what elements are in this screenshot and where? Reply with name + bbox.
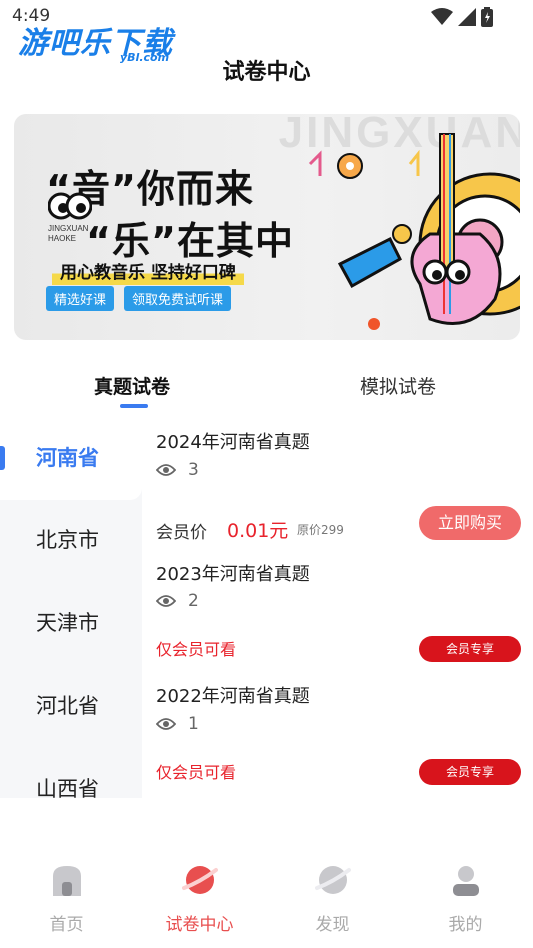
view-count: 1 (188, 714, 199, 734)
eye-icon (156, 718, 176, 730)
exam-type-tabs: 真题试卷 模拟试卷 (0, 360, 533, 410)
exam-list: 2024年河南省真题 3 会员价 0.01元 原价299 立即购买 2023年河… (142, 418, 533, 798)
member-price: 0.01元 (227, 520, 289, 542)
province-shanxi[interactable]: 山西省 (0, 749, 142, 798)
member-exclusive-button[interactable]: 会员专享 (419, 759, 521, 785)
nav-home[interactable]: 首页 (0, 856, 133, 935)
member-only-notice: 仅会员可看 (156, 640, 237, 659)
province-beijing[interactable]: 北京市 (0, 500, 142, 582)
province-label: 河北省 (36, 694, 99, 718)
banner-tag-free-trial[interactable]: 领取免费试听课 (124, 286, 232, 311)
exam-title-2024[interactable]: 2024年河南省真题 (156, 428, 310, 454)
province-label: 山西省 (36, 777, 99, 798)
province-label: 河南省 (36, 446, 99, 470)
view-count-row: 3 (156, 460, 199, 480)
province-label: 北京市 (36, 528, 99, 552)
tab-real-exams[interactable]: 真题试卷 (94, 372, 170, 399)
banner-slogan: 用心教音乐 坚持好口碑 (52, 256, 244, 285)
wifi-icon (431, 8, 453, 25)
tab-mock-exams[interactable]: 模拟试卷 (360, 372, 436, 399)
view-count-row: 2 (156, 591, 199, 611)
home-icon (52, 866, 81, 896)
banner-brand: JINGXUAN HAOKE (48, 224, 88, 244)
tab-active-indicator (120, 404, 148, 408)
nav-label: 发现 (315, 915, 350, 935)
province-henan[interactable]: 河南省 (0, 418, 142, 500)
buy-now-button[interactable]: 立即购买 (419, 506, 521, 540)
nav-label: 我的 (448, 915, 483, 935)
eye-icon (156, 595, 176, 607)
status-icons (431, 7, 493, 27)
nav-label: 首页 (49, 915, 84, 935)
banner-brand-line2: HAOKE (48, 234, 77, 243)
banner-brand-line1: JINGXUAN (48, 224, 89, 233)
battery-icon (481, 7, 493, 27)
member-only-notice: 仅会员可看 (156, 763, 237, 782)
promo-banner[interactable]: JINGXUAN “音”你而来 “乐”在其中 JINGXUAN HAOKE 用心… (14, 114, 520, 340)
view-count: 3 (188, 460, 199, 480)
original-price: 原价299 (297, 523, 344, 537)
exam-title-2022[interactable]: 2022年河南省真题 (156, 682, 310, 708)
exam-title-2023[interactable]: 2023年河南省真题 (156, 560, 310, 586)
view-count: 2 (188, 591, 199, 611)
active-indicator (0, 446, 5, 470)
nav-exam-center[interactable]: 试卷中心 (133, 856, 266, 935)
eye-icon (156, 464, 176, 476)
discover-icon (314, 866, 351, 894)
profile-icon (452, 866, 479, 896)
nav-profile[interactable]: 我的 (399, 856, 532, 935)
page-title: 试卷中心 (222, 60, 311, 85)
view-count-row: 1 (156, 714, 199, 734)
banner-illustration (308, 133, 520, 330)
province-sidebar: 河南省 北京市 天津市 河北省 山西省 (0, 418, 142, 798)
bottom-nav: 首页 试卷中心 发现 我的 (0, 856, 533, 948)
nav-label: 试卷中心 (165, 915, 234, 935)
province-tianjin[interactable]: 天津市 (0, 583, 142, 665)
province-hebei[interactable]: 河北省 (0, 666, 142, 748)
banner-tags: 精选好课 领取免费试听课 (46, 286, 232, 311)
signal-icon (458, 8, 476, 26)
member-price-label: 会员价 (156, 523, 207, 543)
province-label: 天津市 (36, 611, 99, 635)
member-exclusive-button[interactable]: 会员专享 (419, 636, 521, 662)
nav-discover[interactable]: 发现 (266, 856, 399, 935)
banner-tag-courses[interactable]: 精选好课 (46, 286, 115, 311)
planet-icon (181, 866, 218, 894)
